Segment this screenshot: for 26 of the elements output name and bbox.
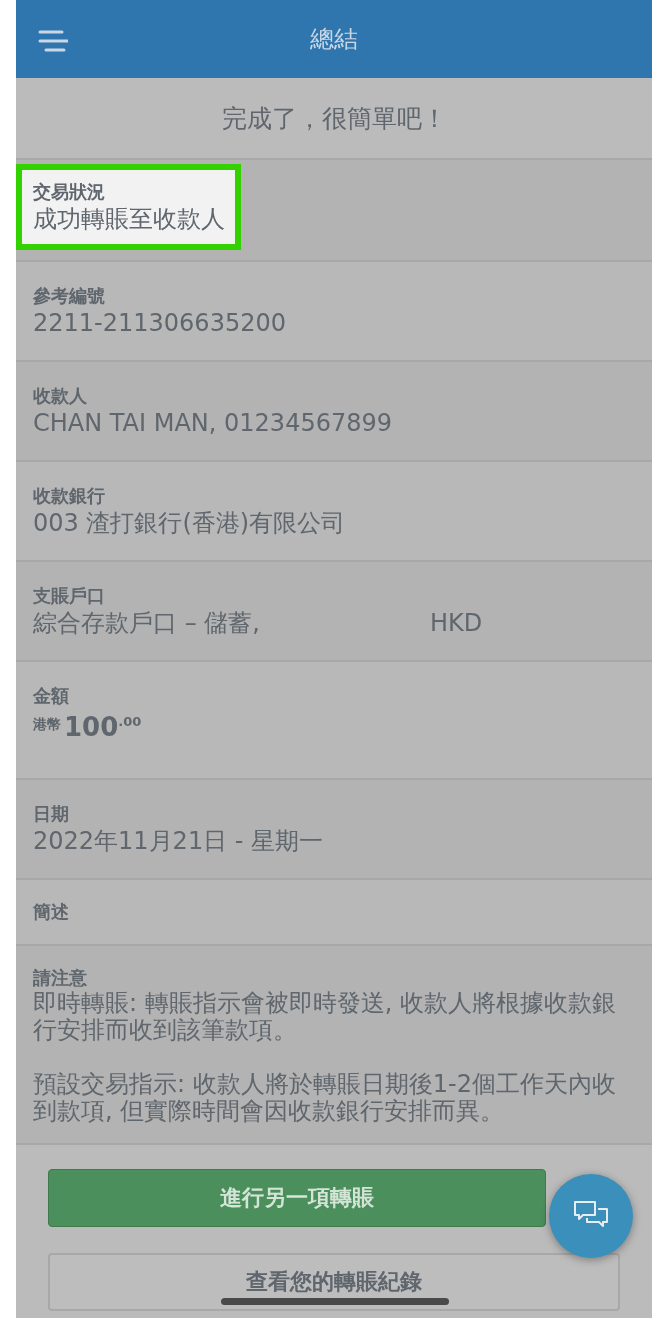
field-label: 交易狀況 bbox=[33, 180, 106, 204]
field-value: 成功轉賬至收款人 bbox=[33, 204, 225, 234]
amount-value: 100 bbox=[64, 712, 119, 742]
field-value: 綜合存款戶口 – 儲蓄, bbox=[33, 608, 260, 638]
notice-paragraph: 預設交易指示: 收款人將於轉賬日期後1-2個工作天內收到款項, 但實際時間會因收款銀行安排而異。 bbox=[33, 1071, 617, 1125]
amount-decimals: .00 bbox=[118, 714, 142, 729]
new-transfer-button[interactable]: 進行另一項轉賬 bbox=[48, 1169, 546, 1227]
field-label: 收款人 bbox=[33, 384, 88, 408]
banner-text: 完成了，很簡單吧！ bbox=[221, 102, 447, 135]
transfer-history-button[interactable]: 查看您的轉賬紀錄 bbox=[48, 1253, 620, 1311]
field-value: 2022年11月21日 - 星期一 bbox=[33, 826, 325, 856]
field-label: 收款銀行 bbox=[33, 484, 106, 508]
currency-label: 港幣 bbox=[33, 716, 61, 734]
screen-title: 總結 bbox=[310, 24, 358, 55]
notice-paragraph: 即時轉賬: 轉賬指示會被即時發送, 收款人將根據收款銀行安排而收到該筆款項。 bbox=[33, 990, 617, 1044]
field-label: 日期 bbox=[33, 802, 70, 826]
field-label: 參考編號 bbox=[33, 284, 106, 308]
field-label: 請注意 bbox=[33, 966, 88, 990]
currency-code: HKD bbox=[429, 608, 483, 638]
field-value: 2211-211306635200 bbox=[33, 308, 287, 338]
field-value: CHAN TAI MAN, 01234567899 bbox=[33, 408, 394, 438]
field-label: 金額 bbox=[33, 684, 70, 708]
field-label: 簡述 bbox=[33, 900, 70, 924]
menu-icon[interactable] bbox=[38, 30, 68, 52]
field-value: 003 渣打銀行(香港)有限公司 bbox=[33, 508, 347, 538]
field-label: 支賬戶口 bbox=[33, 584, 106, 608]
